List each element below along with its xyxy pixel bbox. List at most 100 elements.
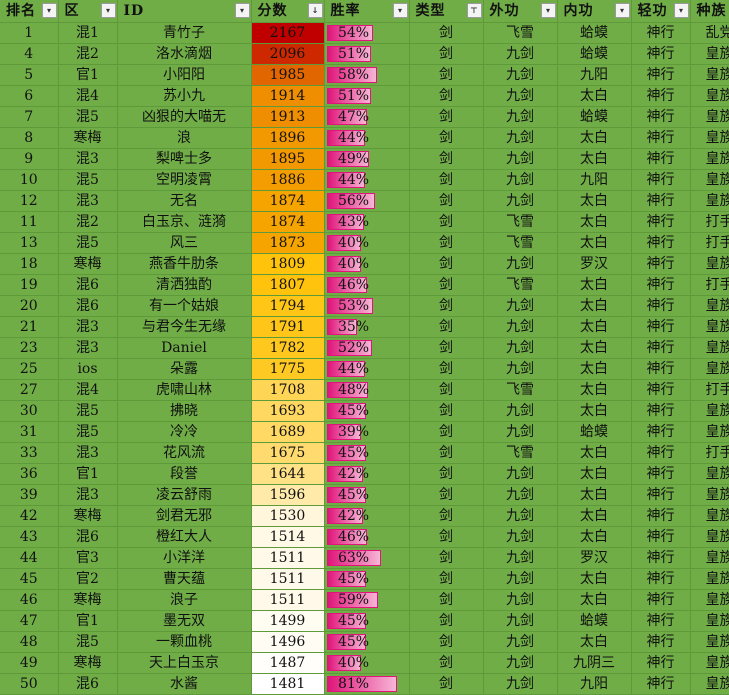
cell-winrate[interactable]: 45% [324, 611, 409, 632]
cell-race[interactable]: 皇族 [690, 338, 729, 359]
cell-light[interactable]: 神行 [631, 107, 690, 128]
cell-id[interactable]: 天上白玉京 [117, 653, 251, 674]
cell-type[interactable]: 剑 [409, 359, 483, 380]
cell-type[interactable]: 剑 [409, 380, 483, 401]
cell-light[interactable]: 神行 [631, 527, 690, 548]
filter-dropdown-icon[interactable]: ▾ [674, 3, 689, 18]
cell-rank[interactable]: 30 [0, 401, 58, 422]
cell-type[interactable]: 剑 [409, 44, 483, 65]
table-row[interactable]: 13混5风三187340%剑飞雪太白神行打手 [0, 233, 729, 254]
cell-rank[interactable]: 31 [0, 422, 58, 443]
cell-id[interactable]: 水酱 [117, 674, 251, 695]
cell-id[interactable]: 花风流 [117, 443, 251, 464]
cell-zone[interactable]: 混3 [58, 317, 117, 338]
cell-winrate[interactable]: 42% [324, 506, 409, 527]
cell-inner[interactable]: 太白 [557, 275, 631, 296]
cell-race[interactable]: 皇族 [690, 464, 729, 485]
table-row[interactable]: 18寒梅燕香牛肋条180940%剑九剑罗汉神行皇族 [0, 254, 729, 275]
cell-light[interactable]: 神行 [631, 254, 690, 275]
cell-light[interactable]: 神行 [631, 86, 690, 107]
cell-inner[interactable]: 太白 [557, 86, 631, 107]
cell-zone[interactable]: 官1 [58, 65, 117, 86]
cell-outer[interactable]: 飞雪 [483, 275, 557, 296]
cell-race[interactable]: 皇族 [690, 569, 729, 590]
cell-outer[interactable]: 九剑 [483, 653, 557, 674]
cell-type[interactable]: 剑 [409, 527, 483, 548]
cell-type[interactable]: 剑 [409, 338, 483, 359]
cell-race[interactable]: 打手 [690, 443, 729, 464]
cell-type[interactable]: 剑 [409, 65, 483, 86]
cell-light[interactable]: 神行 [631, 569, 690, 590]
filter-dropdown-icon[interactable]: ▾ [235, 3, 250, 18]
table-row[interactable]: 42寒梅剑君无邪153042%剑九剑太白神行皇族 [0, 506, 729, 527]
filter-dropdown-icon[interactable]: ▾ [42, 3, 57, 18]
cell-winrate[interactable]: 53% [324, 296, 409, 317]
cell-rank[interactable]: 43 [0, 527, 58, 548]
cell-light[interactable]: 神行 [631, 170, 690, 191]
cell-outer[interactable]: 九剑 [483, 485, 557, 506]
cell-race[interactable]: 打手 [690, 380, 729, 401]
cell-winrate[interactable]: 48% [324, 380, 409, 401]
cell-race[interactable]: 皇族 [690, 191, 729, 212]
cell-race[interactable]: 皇族 [690, 170, 729, 191]
cell-race[interactable]: 打手 [690, 233, 729, 254]
table-row[interactable]: 49寒梅天上白玉京148740%剑九剑九阴三神行皇族 [0, 653, 729, 674]
cell-outer[interactable]: 九剑 [483, 527, 557, 548]
cell-rank[interactable]: 10 [0, 170, 58, 191]
cell-score[interactable]: 1511 [251, 569, 324, 590]
cell-light[interactable]: 神行 [631, 296, 690, 317]
cell-inner[interactable]: 蛤蟆 [557, 107, 631, 128]
cell-type[interactable]: 剑 [409, 548, 483, 569]
cell-winrate[interactable]: 44% [324, 359, 409, 380]
cell-race[interactable]: 皇族 [690, 611, 729, 632]
cell-rank[interactable]: 5 [0, 65, 58, 86]
cell-outer[interactable]: 九剑 [483, 44, 557, 65]
cell-id[interactable]: 梨啤士多 [117, 149, 251, 170]
cell-light[interactable]: 神行 [631, 464, 690, 485]
filter-dropdown-icon[interactable]: ▾ [393, 3, 408, 18]
cell-id[interactable]: 与君今生无缘 [117, 317, 251, 338]
cell-id[interactable]: 燕香牛肋条 [117, 254, 251, 275]
cell-race[interactable]: 皇族 [690, 422, 729, 443]
cell-inner[interactable]: 九阳 [557, 674, 631, 695]
cell-zone[interactable]: 混6 [58, 296, 117, 317]
cell-zone[interactable]: 寒梅 [58, 128, 117, 149]
cell-zone[interactable]: 混3 [58, 338, 117, 359]
cell-outer[interactable]: 九剑 [483, 401, 557, 422]
cell-race[interactable]: 乱党 [690, 23, 729, 44]
cell-winrate[interactable]: 52% [324, 338, 409, 359]
cell-type[interactable]: 剑 [409, 401, 483, 422]
table-row[interactable]: 4混2洛水滴烟209651%剑九剑蛤蟆神行皇族 [0, 44, 729, 65]
cell-type[interactable]: 剑 [409, 191, 483, 212]
table-row[interactable]: 39混3凌云舒雨159645%剑九剑太白神行皇族 [0, 485, 729, 506]
cell-inner[interactable]: 太白 [557, 506, 631, 527]
table-row[interactable]: 19混6清洒独酌180746%剑飞雪太白神行打手 [0, 275, 729, 296]
cell-id[interactable]: 浪 [117, 128, 251, 149]
cell-outer[interactable]: 九剑 [483, 632, 557, 653]
cell-type[interactable]: 剑 [409, 674, 483, 695]
cell-rank[interactable]: 46 [0, 590, 58, 611]
cell-inner[interactable]: 罗汉 [557, 548, 631, 569]
table-row[interactable]: 11混2白玉京、涟漪187443%剑飞雪太白神行打手 [0, 212, 729, 233]
cell-light[interactable]: 神行 [631, 548, 690, 569]
cell-zone[interactable]: 混4 [58, 380, 117, 401]
cell-inner[interactable]: 太白 [557, 527, 631, 548]
cell-outer[interactable]: 九剑 [483, 170, 557, 191]
cell-score[interactable]: 2096 [251, 44, 324, 65]
cell-light[interactable]: 神行 [631, 65, 690, 86]
cell-id[interactable]: 白玉京、涟漪 [117, 212, 251, 233]
table-row[interactable]: 36官1段誉164442%剑九剑太白神行皇族 [0, 464, 729, 485]
cell-race[interactable]: 皇族 [690, 548, 729, 569]
cell-outer[interactable]: 飞雪 [483, 23, 557, 44]
cell-id[interactable]: 朵露 [117, 359, 251, 380]
cell-outer[interactable]: 九剑 [483, 149, 557, 170]
cell-rank[interactable]: 9 [0, 149, 58, 170]
cell-id[interactable]: 剑君无邪 [117, 506, 251, 527]
cell-type[interactable]: 剑 [409, 149, 483, 170]
table-row[interactable]: 43混6橙红大人151446%剑九剑太白神行皇族 [0, 527, 729, 548]
cell-winrate[interactable]: 58% [324, 65, 409, 86]
cell-light[interactable]: 神行 [631, 590, 690, 611]
cell-light[interactable]: 神行 [631, 275, 690, 296]
cell-inner[interactable]: 太白 [557, 401, 631, 422]
cell-race[interactable]: 皇族 [690, 674, 729, 695]
